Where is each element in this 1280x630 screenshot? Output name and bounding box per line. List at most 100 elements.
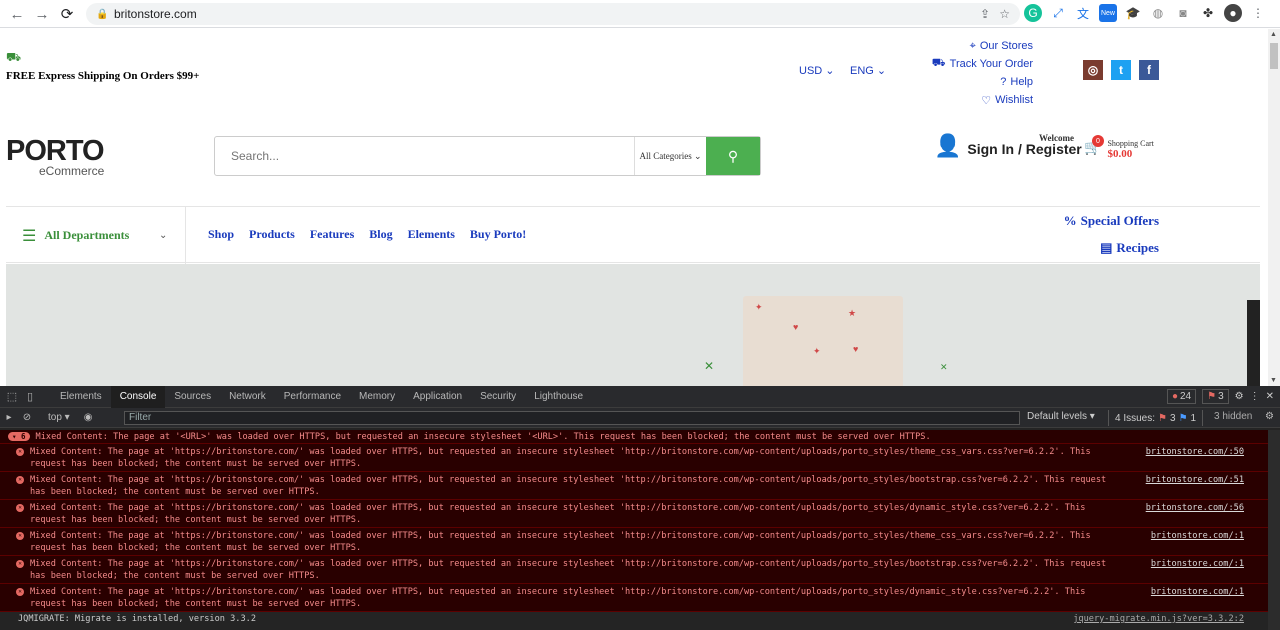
tab-memory[interactable]: Memory <box>350 386 404 408</box>
source-link[interactable]: jquery-migrate.min.js?ver=3.3.2:2 <box>1073 614 1244 624</box>
context-selector[interactable]: top ▾ <box>48 412 70 423</box>
warning-count-badge[interactable]: ⚑ 3 <box>1202 389 1229 404</box>
tab-lighthouse[interactable]: Lighthouse <box>525 386 592 408</box>
source-link[interactable]: britonstore.com/:1 <box>1151 559 1244 571</box>
scroll-up-icon[interactable]: ▲ <box>1270 31 1277 38</box>
search-button[interactable]: ⚲ <box>706 137 760 175</box>
category-dropdown[interactable]: All Categories ⌄ <box>634 137 706 175</box>
new-extension-icon[interactable]: New <box>1099 4 1117 22</box>
wishlist-link[interactable]: ♡ Wishlist <box>930 91 1033 109</box>
instagram-icon[interactable]: ◎ <box>1083 60 1103 80</box>
group-count-badge: ▾ 6 <box>8 432 30 441</box>
console-error-row[interactable]: ✕ Mixed Content: The page at 'https://bri… <box>0 444 1280 472</box>
more-options-icon[interactable]: ⋮ <box>1250 391 1260 402</box>
source-link[interactable]: britonstore.com/:50 <box>1146 447 1244 459</box>
console-error-row[interactable]: ✕ Mixed Content: The page at 'https://bri… <box>0 528 1280 556</box>
nav-elements[interactable]: Elements <box>408 227 455 242</box>
nav-buy-porto[interactable]: Buy Porto! <box>470 227 526 242</box>
scroll-down-icon[interactable]: ▼ <box>1270 377 1277 384</box>
filter-input[interactable]: Filter <box>124 411 1020 425</box>
bookmark-star-icon[interactable]: ☆ <box>999 7 1010 21</box>
device-toggle-icon[interactable]: ▯ <box>21 390 39 403</box>
search-input[interactable] <box>215 137 634 175</box>
error-text: request has been blocked; the content mu… <box>30 542 362 553</box>
twitter-icon[interactable]: t <box>1111 60 1131 80</box>
log-levels-dropdown[interactable]: Default levels ▾ <box>1027 411 1095 422</box>
nav-blog[interactable]: Blog <box>369 227 392 242</box>
menu-dots-icon[interactable]: ⋮ <box>1249 4 1267 22</box>
tab-performance[interactable]: Performance <box>275 386 350 408</box>
issues-counter[interactable]: 4 Issues: ⚑ 3 ⚑ 1 <box>1108 410 1204 426</box>
scrollbar-thumb[interactable] <box>1270 43 1278 69</box>
puzzle-icon[interactable]: ✤ <box>1199 4 1217 22</box>
avatar[interactable]: ● <box>1224 4 1242 22</box>
sidebar-toggle-icon[interactable]: ▸ <box>0 412 18 423</box>
currency-selector[interactable]: USD ⌄ <box>799 64 835 77</box>
close-icon[interactable]: ✕ <box>1266 391 1274 402</box>
share-icon[interactable]: ⇪ <box>980 7 990 21</box>
category-label: All Categories <box>639 151 692 161</box>
page-scrollbar[interactable]: ▲ ▼ <box>1268 29 1280 386</box>
all-departments-toggle[interactable]: ☰ All Departments ⌄ <box>6 207 186 264</box>
recipes-link[interactable]: ▤ Recipes <box>1100 240 1159 256</box>
expand-icon[interactable]: ⤢ <box>1049 4 1067 22</box>
signin-register-link[interactable]: Sign In / Register <box>967 141 1081 157</box>
source-link[interactable]: britonstore.com/:1 <box>1151 531 1244 543</box>
help-link[interactable]: ? Help <box>930 73 1033 91</box>
special-offers-link[interactable]: % Special Offers <box>1064 213 1159 229</box>
camera-icon[interactable]: ◙ <box>1174 4 1192 22</box>
graduation-cap-icon[interactable]: 🎓 <box>1124 4 1142 22</box>
our-stores-link[interactable]: ⌖ Our Stores <box>930 37 1033 55</box>
social-links: ◎ t f <box>1083 60 1159 80</box>
wishlist-label: Wishlist <box>995 94 1033 106</box>
console-scrollbar[interactable] <box>1268 430 1280 630</box>
tab-security[interactable]: Security <box>471 386 525 408</box>
error-text: request has been blocked; the content mu… <box>30 598 362 609</box>
address-bar[interactable]: 🔒 britonstore.com ⇪ ☆ <box>86 3 1020 25</box>
account-area[interactable]: 👤 Welcome Sign In / Register <box>934 133 1082 159</box>
hero-banner: ✕ ✕ ✦ ♥ ★ ✦ ♥ <box>6 264 1260 386</box>
console-settings-icon[interactable]: ⚙ <box>1265 411 1274 422</box>
logo-subtext: eCommerce <box>39 164 105 178</box>
console-info-row[interactable]: JQMIGRATE: Migrate is installed, version… <box>0 612 1280 626</box>
console-error-row[interactable]: ✕ Mixed Content: The page at 'https://bri… <box>0 584 1280 612</box>
site-logo[interactable]: PORTO eCommerce <box>6 135 105 178</box>
track-order-label: Track Your Order <box>949 58 1033 70</box>
tab-application[interactable]: Application <box>404 386 471 408</box>
inspect-icon[interactable]: ⬚ <box>3 390 21 403</box>
console-error-row[interactable]: ✕ Mixed Content: The page at 'https://bri… <box>0 500 1280 528</box>
console-error-row[interactable]: ✕ Mixed Content: The page at 'https://bri… <box>0 472 1280 500</box>
tab-sources[interactable]: Sources <box>165 386 220 408</box>
eye-icon[interactable]: ◉ <box>84 412 93 423</box>
message-group[interactable]: ▾ 6 Mixed Content: The page at '<URL>' w… <box>0 430 1280 444</box>
console-error-row[interactable]: ✕ Mixed Content: The page at 'https://bri… <box>0 556 1280 584</box>
settings-gear-icon[interactable]: ⚙ <box>1235 391 1244 402</box>
nav-features[interactable]: Features <box>310 227 354 242</box>
tab-elements[interactable]: Elements <box>51 386 111 408</box>
grammarly-icon[interactable]: G <box>1024 4 1042 22</box>
reload-icon[interactable]: ⟳ <box>56 3 78 25</box>
nav-shop[interactable]: Shop <box>208 227 234 242</box>
source-link[interactable]: britonstore.com/:1 <box>1151 587 1244 599</box>
error-count-badge[interactable]: ● 24 <box>1166 389 1197 404</box>
search-icon: ⚲ <box>727 147 739 164</box>
lock-icon: 🔒 <box>96 9 109 20</box>
welcome-label: Welcome <box>1039 133 1074 143</box>
shopping-cart[interactable]: 🛒 0 Shopping Cart $0.00 <box>1084 135 1154 160</box>
source-link[interactable]: britonstore.com/:56 <box>1146 503 1244 515</box>
globe-icon[interactable]: ◍ <box>1149 4 1167 22</box>
language-selector[interactable]: ENG ⌄ <box>850 64 886 77</box>
track-order-link[interactable]: ⛟ Track Your Order <box>930 55 1033 73</box>
nav-products[interactable]: Products <box>249 227 295 242</box>
tab-network[interactable]: Network <box>220 386 275 408</box>
pattern-dot: ♥ <box>793 322 799 332</box>
translate-icon[interactable]: 文 <box>1074 4 1092 22</box>
source-link[interactable]: britonstore.com/:51 <box>1146 475 1244 487</box>
error-icon: ✕ <box>16 588 24 596</box>
forward-icon[interactable]: → <box>31 3 53 25</box>
group-message: Mixed Content: The page at '<URL>' was l… <box>35 431 931 442</box>
back-icon[interactable]: ← <box>6 3 28 25</box>
facebook-icon[interactable]: f <box>1139 60 1159 80</box>
tab-console[interactable]: Console <box>110 385 166 408</box>
clear-console-icon[interactable]: ⊘ <box>18 412 36 423</box>
